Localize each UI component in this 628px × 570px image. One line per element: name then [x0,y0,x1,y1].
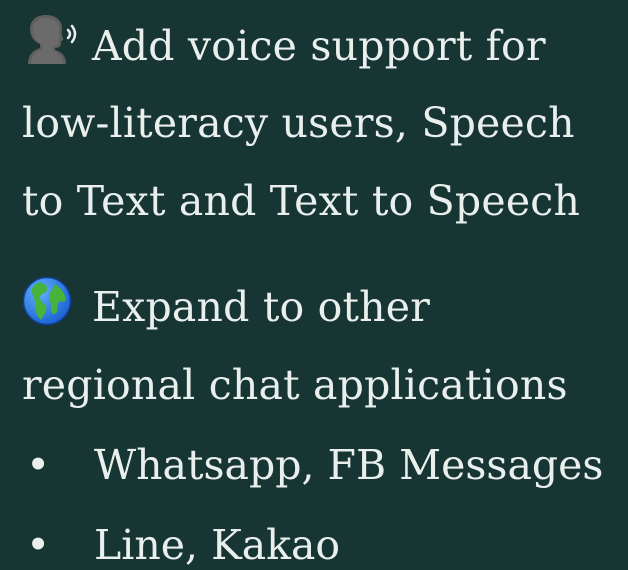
bullet-text-2: Line, Kakao [94,521,341,569]
item1-line-2: low-literacy users, Speech [22,99,575,147]
bullet-marker: • [26,441,51,489]
item1-text-1: Add voice support for [92,22,546,70]
slide-content: Add voice support for low-literacy users… [0,0,628,570]
item1-line-1: Add voice support for [22,15,546,81]
item2-line-2: regional chat applications [22,361,568,409]
speaking-head-icon [22,14,80,77]
item1-line-3: to Text and Text to Speech [22,177,581,225]
globe-icon [22,276,72,337]
item2-text-1: Expand to other [92,283,431,331]
bullet-item-1: • Whatsapp, FB Messages [22,440,603,490]
bullet-marker: • [26,521,51,569]
bullet-item-2: • Line, Kakao [22,520,340,570]
bullet-text-1: Whatsapp, FB Messages [94,441,604,489]
item2-line-1: Expand to other [22,276,431,341]
